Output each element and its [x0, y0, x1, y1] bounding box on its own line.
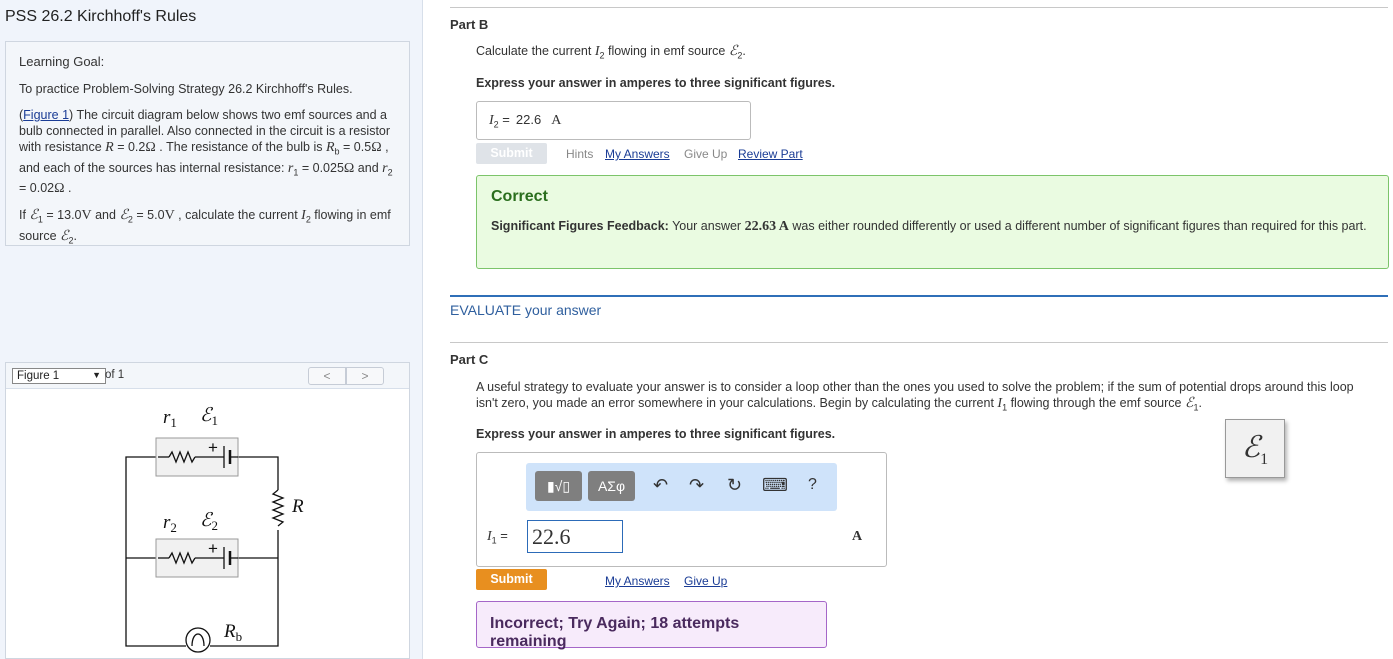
divider: [450, 342, 1388, 343]
learning-goal-intro: To practice Problem-Solving Strategy 26.…: [19, 82, 353, 96]
math-toolbar: ▮√▯ ΑΣφ ↶ ↷ ↻ ⌨ ?: [526, 463, 837, 511]
reset-icon[interactable]: ↻: [727, 475, 742, 496]
plus-2: +: [208, 539, 218, 558]
part-b-give-up-link[interactable]: Give Up: [684, 147, 727, 161]
undo-icon[interactable]: ↶: [653, 475, 668, 496]
symbols-button[interactable]: ΑΣφ: [588, 471, 635, 501]
figure-next-button[interactable]: >: [346, 367, 384, 385]
figure-count: of 1: [105, 369, 125, 381]
figure-prev-button[interactable]: <: [308, 367, 346, 385]
templates-button[interactable]: ▮√▯: [535, 471, 582, 501]
part-c-my-answers-link[interactable]: My Answers: [605, 574, 670, 588]
R-label: R: [291, 496, 304, 517]
part-c-answer-unit: A: [852, 529, 863, 544]
figure-link[interactable]: Figure 1: [23, 108, 69, 122]
correct-feedback-box: Correct Significant Figures Feedback: Yo…: [476, 175, 1389, 269]
right-panel: Part B Calculate the current I2 flowing …: [424, 0, 1393, 659]
learning-goal-box: Learning Goal: To practice Problem-Solvi…: [5, 41, 410, 246]
incorrect-feedback-box: Incorrect; Try Again; 18 attempts remain…: [476, 601, 827, 650]
emf2-label: ℰ2: [200, 510, 218, 533]
part-b-instruction: Express your answer in amperes to three …: [476, 76, 836, 90]
page-title: PSS 26.2 Kirchhoff's Rules: [5, 8, 197, 25]
correct-feedback-text: Significant Figures Feedback: Your answe…: [491, 219, 1367, 234]
part-b-answer-value: 22.6: [515, 112, 542, 127]
part-c-label: Part C: [450, 352, 489, 367]
Rb-label: Rb: [223, 621, 242, 644]
evaluate-heading: EVALUATE your answer: [450, 302, 602, 318]
emf-symbol-tooltip: ℰ1: [1225, 419, 1285, 478]
correct-title: Correct: [491, 188, 548, 205]
learning-goal-description: (Figure 1) The circuit diagram below sho…: [19, 108, 393, 196]
part-b-review-part-link[interactable]: Review Part: [738, 147, 803, 161]
part-b-answer-box: I2 = 22.6 A: [476, 101, 751, 140]
part-b-my-answers-link[interactable]: My Answers: [605, 147, 670, 161]
part-c-give-up-link[interactable]: Give Up: [684, 574, 727, 588]
keyboard-icon[interactable]: ⌨: [762, 475, 788, 496]
emf1-label: ℰ1: [200, 405, 218, 428]
learning-goal-question: If ℰ1 = 13.0V and ℰ2 = 5.0V , calculate …: [19, 208, 391, 245]
part-b-hints-link[interactable]: Hints: [566, 147, 593, 161]
help-icon[interactable]: ?: [808, 476, 817, 494]
redo-icon[interactable]: ↷: [689, 475, 704, 496]
part-b-label: Part B: [450, 17, 489, 32]
part-c-answer-input[interactable]: 22.6: [527, 520, 623, 553]
part-c-submit-button[interactable]: Submit: [476, 569, 547, 590]
part-c-answer-label: I1 =: [487, 528, 508, 546]
divider: [450, 7, 1388, 8]
evaluate-divider: [450, 295, 1388, 297]
part-c-answer-box: ▮√▯ ΑΣφ ↶ ↷ ↻ ⌨ ? I1 = 22.6 A: [476, 452, 887, 567]
part-c-instruction: Express your answer in amperes to three …: [476, 427, 836, 441]
part-b-answer-unit: A: [551, 113, 562, 128]
left-panel: PSS 26.2 Kirchhoff's Rules Learning Goal…: [0, 0, 423, 659]
part-c-question: A useful strategy to evaluate your answe…: [476, 380, 1354, 413]
learning-goal-heading: Learning Goal:: [19, 54, 105, 69]
r1-label: r1: [163, 407, 177, 430]
part-b-question: Calculate the current I2 flowing in emf …: [476, 44, 746, 61]
plus-1: +: [208, 438, 218, 457]
dropdown-caret-icon: ▼: [92, 370, 101, 380]
figure-select[interactable]: Figure 1 ▼: [12, 368, 106, 384]
figure-header: Figure 1 ▼ of 1 < >: [6, 363, 409, 389]
figure-panel: Figure 1 ▼ of 1 < > r1 ℰ1 r2 ℰ2 R Rb + +: [5, 362, 410, 659]
circuit-diagram: r1 ℰ1 r2 ℰ2 R Rb + +: [125, 405, 304, 653]
part-b-submit-button: Submit: [476, 143, 547, 164]
r2-label: r2: [163, 512, 177, 535]
